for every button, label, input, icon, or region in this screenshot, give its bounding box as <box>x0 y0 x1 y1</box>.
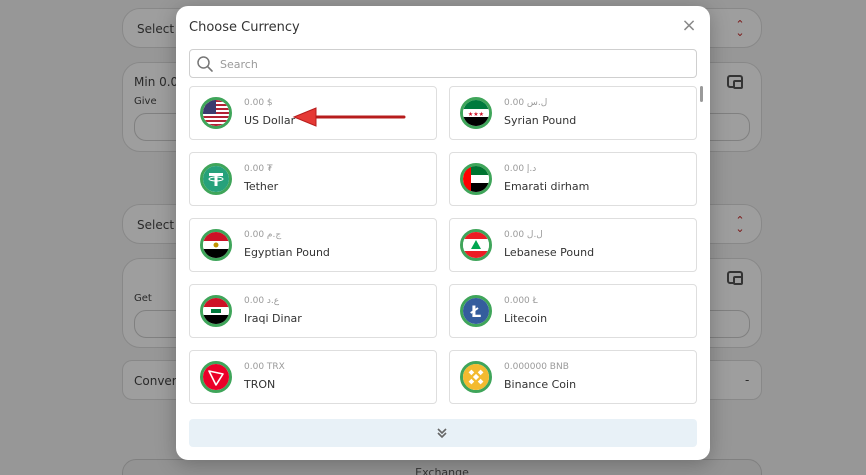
tron-icon <box>200 361 232 393</box>
currency-list: 0.00 $ US Dollar ★★★ 0.00 ل.س Syrian Pou… <box>189 86 699 404</box>
currency-name: Egyptian Pound <box>244 246 330 259</box>
litecoin-icon: Ł <box>460 295 492 327</box>
uae-flag-icon <box>460 163 492 195</box>
currency-item-iqd[interactable]: 0.00 ع.د Iraqi Dinar <box>189 284 437 338</box>
currency-name: Emarati dirham <box>504 180 590 193</box>
currency-item-syp[interactable]: ★★★ 0.00 ل.س Syrian Pound <box>449 86 697 140</box>
search-input[interactable] <box>220 54 690 74</box>
annotation-arrow-icon <box>292 107 406 127</box>
currency-balance: 0.00 ج.م <box>244 230 282 240</box>
svg-text:★★★: ★★★ <box>468 111 484 118</box>
search-box[interactable] <box>189 49 697 78</box>
currency-balance: 0.00 د.إ <box>504 164 537 174</box>
modal-title: Choose Currency <box>189 20 300 35</box>
currency-balance: 0.00 ع.د <box>244 296 280 306</box>
choose-currency-modal: Choose Currency × 0.00 $ US Dollar <box>176 6 710 460</box>
us-flag-icon <box>200 97 232 129</box>
close-icon: × <box>681 15 697 36</box>
currency-balance: 0.000000 BNB <box>504 362 569 372</box>
egypt-flag-icon <box>200 229 232 261</box>
currency-balance: 0.00 $ <box>244 98 273 108</box>
currency-item-usdt[interactable]: 0.00 ₮ Tether <box>189 152 437 206</box>
currency-balance: 0.00 TRX <box>244 362 285 372</box>
currency-name: Litecoin <box>504 312 548 325</box>
currency-item-aed[interactable]: 0.00 د.إ Emarati dirham <box>449 152 697 206</box>
double-chevron-down-icon <box>437 428 447 439</box>
currency-name: Iraqi Dinar <box>244 312 302 325</box>
currency-balance: 0.00 ل.ل <box>504 230 543 240</box>
currency-name: Syrian Pound <box>504 114 577 127</box>
currency-name: TRON <box>244 378 276 391</box>
currency-balance: 0.00 ل.س <box>504 98 548 108</box>
currency-item-trx[interactable]: 0.00 TRX TRON <box>189 350 437 404</box>
search-icon <box>197 56 213 72</box>
currency-item-ltc[interactable]: Ł 0.000 Ł Litecoin <box>449 284 697 338</box>
iraq-flag-icon <box>200 295 232 327</box>
currency-name: Tether <box>244 180 279 193</box>
currency-name: US Dollar <box>244 114 296 127</box>
bnb-icon <box>460 361 492 393</box>
currency-item-egp[interactable]: 0.00 ج.م Egyptian Pound <box>189 218 437 272</box>
currency-item-bnb[interactable]: 0.000000 BNB Binance Coin <box>449 350 697 404</box>
syria-flag-icon: ★★★ <box>460 97 492 129</box>
currency-name: Binance Coin <box>504 378 577 391</box>
lebanon-flag-icon <box>460 229 492 261</box>
svg-text:Ł: Ł <box>470 302 481 321</box>
currency-balance: 0.00 ₮ <box>244 164 273 174</box>
list-scrollbar[interactable] <box>700 86 703 102</box>
currency-name: Lebanese Pound <box>504 246 595 259</box>
load-more-button[interactable] <box>189 419 697 447</box>
currency-balance: 0.000 Ł <box>504 296 538 306</box>
currency-item-lbp[interactable]: 0.00 ل.ل Lebanese Pound <box>449 218 697 272</box>
tether-icon <box>200 163 232 195</box>
close-button[interactable]: × <box>680 15 698 36</box>
